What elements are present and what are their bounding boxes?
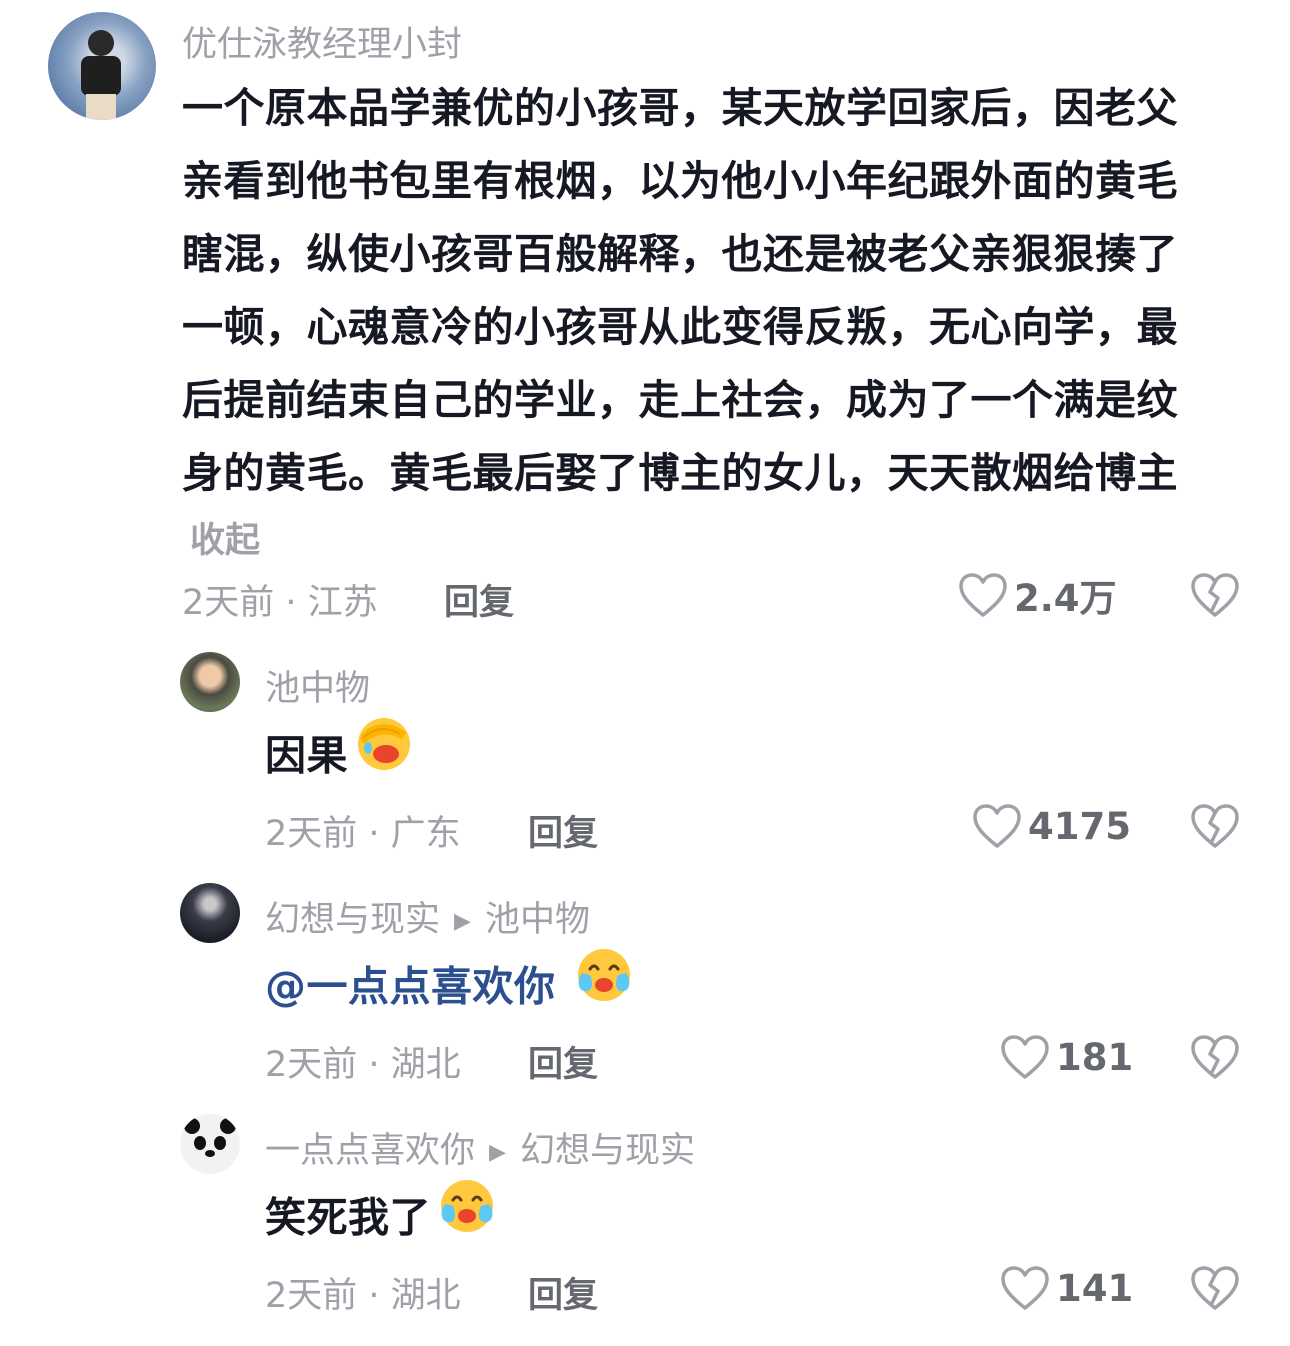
- like-button[interactable]: 2.4万: [958, 570, 1117, 620]
- comment-text-line: 笑死我了: [265, 1193, 431, 1242]
- comment-meta: 2天前 · 江苏: [182, 583, 378, 623]
- comment-text-line: 瞎混，纵使小孩哥百般解释，也还是被老父亲狠狠揍了: [182, 230, 1178, 278]
- comment-text-line: 一顿，心魂意冷的小孩哥从此变得反叛，无心向学，最: [182, 303, 1178, 351]
- heart-icon: [1001, 1266, 1049, 1310]
- reply-to-name[interactable]: 池中物: [485, 900, 590, 940]
- like-count: 4175: [1028, 804, 1131, 848]
- avatar[interactable]: [180, 1114, 240, 1174]
- author-name[interactable]: 优仕泳教经理小封: [182, 25, 462, 65]
- avatar[interactable]: [180, 883, 240, 943]
- like-count: 2.4万: [1014, 577, 1117, 620]
- comment-text: 一个原本品学兼优的小孩哥，某天放学回家后，因老父 亲看到他书包里有根烟，以为他小…: [182, 72, 1178, 510]
- comment-author[interactable]: 优仕泳教经理小封: [182, 16, 462, 67]
- comment-author[interactable]: 一点点喜欢你 ▶ 幻想与现实: [265, 1122, 695, 1173]
- comment-meta: 2天前 · 湖北: [265, 1045, 461, 1085]
- reply-arrow-icon: ▶: [489, 1139, 506, 1165]
- like-button[interactable]: 141: [1000, 1263, 1133, 1313]
- avatar[interactable]: [48, 12, 156, 120]
- comment-author[interactable]: 池中物: [265, 660, 370, 711]
- like-count: 141: [1056, 1266, 1134, 1310]
- like-count: 181: [1056, 1035, 1134, 1079]
- comment-meta: 2天前 · 湖北: [265, 1276, 461, 1316]
- reply-button[interactable]: 回复: [444, 574, 514, 625]
- crying-laughing-emoji: [574, 945, 634, 1026]
- broken-heart-icon[interactable]: [1190, 803, 1240, 849]
- heart-icon: [1001, 1035, 1049, 1079]
- author-name[interactable]: 幻想与现实: [265, 900, 440, 940]
- like-button[interactable]: 4175: [972, 801, 1131, 851]
- comment-text-line: 身的黄毛。黄毛最后娶了博主的女儿，天天散烟给博主: [182, 449, 1178, 497]
- heart-icon: [959, 573, 1007, 617]
- crying-laughing-emoji: [437, 1176, 497, 1257]
- broken-heart-icon[interactable]: [1190, 1265, 1240, 1311]
- reply-button[interactable]: 回复: [528, 1036, 598, 1087]
- comment-text-line: 一个原本品学兼优的小孩哥，某天放学回家后，因老父: [182, 84, 1178, 132]
- reply-button[interactable]: 回复: [528, 1267, 598, 1318]
- broken-heart-icon[interactable]: [1190, 1034, 1240, 1080]
- comment-text-line: 后提前结束自己的学业，走上社会，成为了一个满是纹: [182, 376, 1178, 424]
- comment-text: 笑死我了: [265, 1180, 497, 1261]
- comment-text-line: 因果: [265, 731, 348, 780]
- comment-text: 因果: [265, 718, 414, 799]
- reply-button[interactable]: 回复: [528, 805, 598, 856]
- author-name[interactable]: 池中物: [265, 669, 370, 709]
- mention-link[interactable]: @一点点喜欢你: [265, 963, 556, 1011]
- like-button[interactable]: 181: [1000, 1032, 1133, 1082]
- comment-text: @一点点喜欢你: [265, 949, 634, 1030]
- reply-arrow-icon: ▶: [454, 908, 471, 934]
- collapse-button[interactable]: 收起: [190, 512, 260, 563]
- author-name[interactable]: 一点点喜欢你: [265, 1131, 475, 1171]
- comment-meta: 2天前 · 广东: [265, 814, 461, 854]
- comment-text-line: 亲看到他书包里有根烟，以为他小小年纪跟外面的黄毛: [182, 157, 1178, 205]
- broken-heart-icon[interactable]: [1190, 572, 1240, 618]
- reply-to-name[interactable]: 幻想与现实: [520, 1131, 695, 1171]
- avatar[interactable]: [180, 652, 240, 712]
- comment-author[interactable]: 幻想与现实 ▶ 池中物: [265, 891, 590, 942]
- heart-icon: [973, 804, 1021, 848]
- face-palm-emoji: [354, 714, 414, 795]
